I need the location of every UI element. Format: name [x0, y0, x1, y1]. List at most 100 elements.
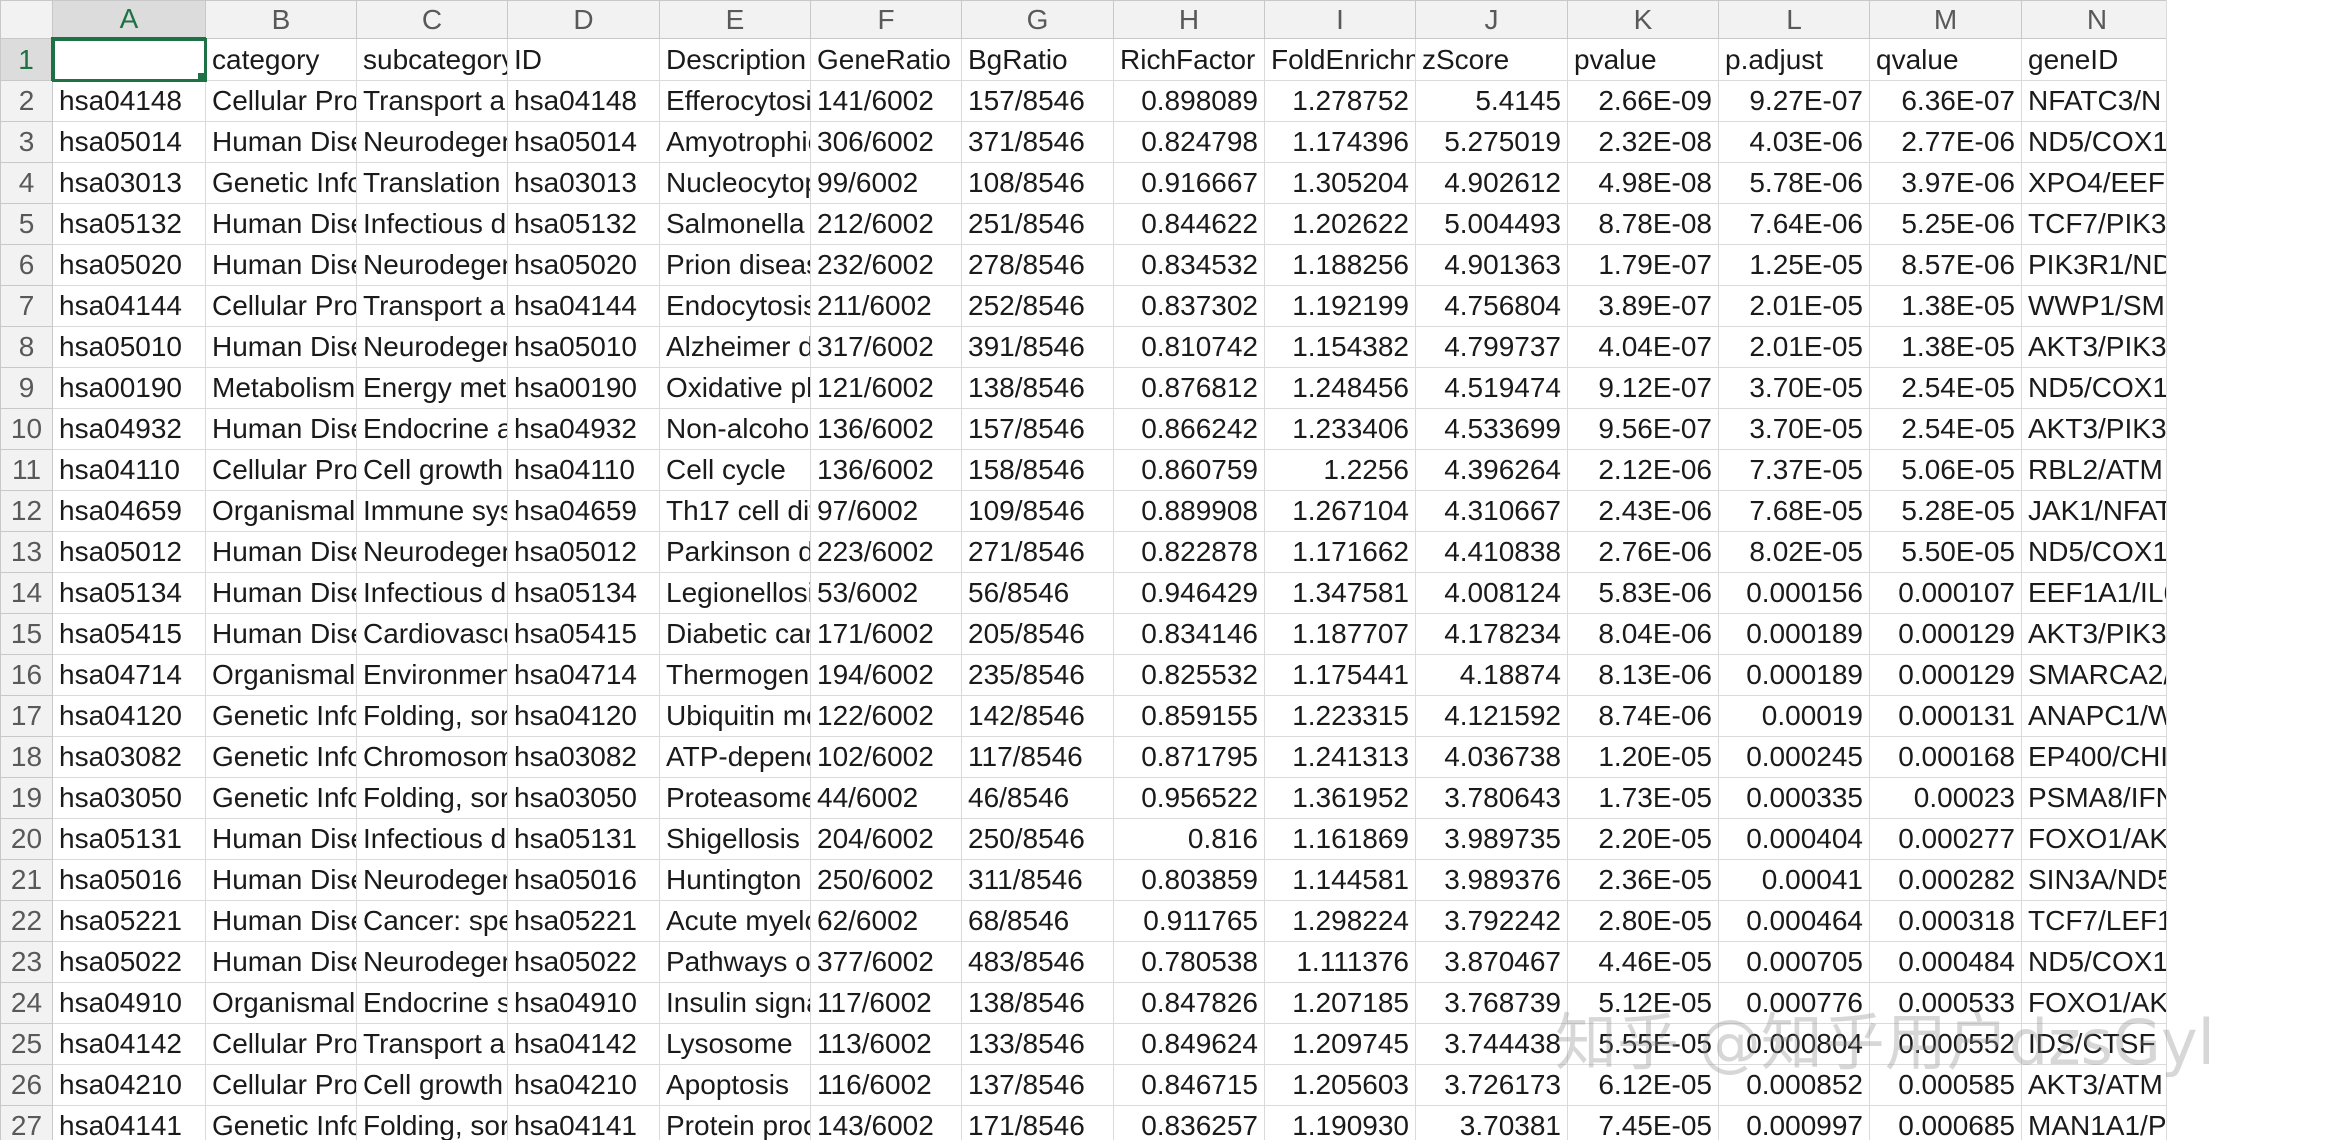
- cell-g8[interactable]: 391/8546: [961, 326, 1114, 368]
- cell-n18[interactable]: EP400/CHI: [2021, 736, 2173, 778]
- cell-e26[interactable]: Apoptosis: [659, 1064, 811, 1106]
- cell-h14[interactable]: 0.946429: [1113, 572, 1265, 614]
- cell-i16[interactable]: 1.175441: [1264, 654, 1416, 696]
- cell-c19[interactable]: Folding, sorting and degradation: [356, 777, 508, 819]
- cell-i18[interactable]: 1.241313: [1264, 736, 1416, 778]
- cell-h23[interactable]: 0.780538: [1113, 941, 1265, 983]
- cell-m24[interactable]: 0.000533: [1869, 982, 2022, 1024]
- cell-k7[interactable]: 3.89E-07: [1567, 285, 1719, 327]
- cell-f2[interactable]: 141/6002: [810, 80, 962, 122]
- row-header[interactable]: 20: [0, 818, 53, 860]
- cell-k2[interactable]: 2.66E-09: [1567, 80, 1719, 122]
- cell-g27[interactable]: 171/8546: [961, 1105, 1114, 1140]
- cell-b3[interactable]: Human Diseases: [205, 121, 357, 163]
- cell-g25[interactable]: 133/8546: [961, 1023, 1114, 1065]
- cell-a13[interactable]: hsa05012: [52, 531, 206, 573]
- cell-n15[interactable]: AKT3/PIK3: [2021, 613, 2173, 655]
- cell-k6[interactable]: 1.79E-07: [1567, 244, 1719, 286]
- cell-b20[interactable]: Human Diseases: [205, 818, 357, 860]
- cell-a20[interactable]: hsa05131: [52, 818, 206, 860]
- cell-l24[interactable]: 0.000776: [1718, 982, 1870, 1024]
- column-header-a[interactable]: A: [52, 0, 206, 40]
- cell-h19[interactable]: 0.956522: [1113, 777, 1265, 819]
- cell-m19[interactable]: 0.00023: [1869, 777, 2022, 819]
- cell-f20[interactable]: 204/6002: [810, 818, 962, 860]
- cell-a15[interactable]: hsa05415: [52, 613, 206, 655]
- cell-e12[interactable]: Th17 cell differentiation: [659, 490, 811, 532]
- cell-l2[interactable]: 9.27E-07: [1718, 80, 1870, 122]
- row-header[interactable]: 19: [0, 777, 53, 819]
- cell-m15[interactable]: 0.000129: [1869, 613, 2022, 655]
- cell-k20[interactable]: 2.20E-05: [1567, 818, 1719, 860]
- cell-e8[interactable]: Alzheimer disease: [659, 326, 811, 368]
- cell-k22[interactable]: 2.80E-05: [1567, 900, 1719, 942]
- cell-c23[interactable]: Neurodegenerative disease: [356, 941, 508, 983]
- cell-b14[interactable]: Human Diseases: [205, 572, 357, 614]
- cell-c22[interactable]: Cancer: specific types: [356, 900, 508, 942]
- cell-a7[interactable]: hsa04144: [52, 285, 206, 327]
- cell-d21[interactable]: hsa05016: [507, 859, 660, 901]
- row-header[interactable]: 12: [0, 490, 53, 532]
- cell-l5[interactable]: 7.64E-06: [1718, 203, 1870, 245]
- cell-l12[interactable]: 7.68E-05: [1718, 490, 1870, 532]
- cell-e24[interactable]: Insulin signaling pathway: [659, 982, 811, 1024]
- cell-e2[interactable]: Efferocytosis: [659, 80, 811, 122]
- cell-m1[interactable]: qvalue: [1869, 38, 2022, 81]
- cell-i25[interactable]: 1.209745: [1264, 1023, 1416, 1065]
- cell-f12[interactable]: 97/6002: [810, 490, 962, 532]
- cell-n25[interactable]: IDS/CTSF: [2021, 1023, 2173, 1065]
- cell-a23[interactable]: hsa05022: [52, 941, 206, 983]
- cell-i1[interactable]: FoldEnrichment: [1264, 38, 1416, 81]
- column-header-n[interactable]: N: [2021, 0, 2173, 39]
- cell-b12[interactable]: Organismal Systems: [205, 490, 357, 532]
- cell-i24[interactable]: 1.207185: [1264, 982, 1416, 1024]
- cell-e4[interactable]: Nucleocytoplasmic transport: [659, 162, 811, 204]
- row-header[interactable]: 15: [0, 613, 53, 655]
- cell-f27[interactable]: 143/6002: [810, 1105, 962, 1140]
- cell-c4[interactable]: Translation: [356, 162, 508, 204]
- cell-j14[interactable]: 4.008124: [1415, 572, 1568, 614]
- cell-n2[interactable]: NFATC3/N: [2021, 80, 2173, 122]
- cell-m12[interactable]: 5.28E-05: [1869, 490, 2022, 532]
- cell-a19[interactable]: hsa03050: [52, 777, 206, 819]
- cell-c3[interactable]: Neurodegenerative disease: [356, 121, 508, 163]
- cell-k27[interactable]: 7.45E-05: [1567, 1105, 1719, 1140]
- cell-l9[interactable]: 3.70E-05: [1718, 367, 1870, 409]
- cell-c25[interactable]: Transport and catabolism: [356, 1023, 508, 1065]
- cell-m25[interactable]: 0.000552: [1869, 1023, 2022, 1065]
- cell-m13[interactable]: 5.50E-05: [1869, 531, 2022, 573]
- cell-g6[interactable]: 278/8546: [961, 244, 1114, 286]
- cell-h24[interactable]: 0.847826: [1113, 982, 1265, 1024]
- cell-a18[interactable]: hsa03082: [52, 736, 206, 778]
- cell-d22[interactable]: hsa05221: [507, 900, 660, 942]
- cell-c5[interactable]: Infectious disease: [356, 203, 508, 245]
- select-all-corner[interactable]: [0, 0, 53, 39]
- cell-n27[interactable]: MAN1A1/P: [2021, 1105, 2173, 1140]
- cell-d18[interactable]: hsa03082: [507, 736, 660, 778]
- row-header[interactable]: 5: [0, 203, 53, 245]
- cell-e20[interactable]: Shigellosis: [659, 818, 811, 860]
- cell-i7[interactable]: 1.192199: [1264, 285, 1416, 327]
- cell-n13[interactable]: ND5/COX1: [2021, 531, 2173, 573]
- cell-a10[interactable]: hsa04932: [52, 408, 206, 450]
- cell-l13[interactable]: 8.02E-05: [1718, 531, 1870, 573]
- column-header-j[interactable]: J: [1415, 0, 1568, 39]
- cell-b22[interactable]: Human Diseases: [205, 900, 357, 942]
- row-header[interactable]: 9: [0, 367, 53, 409]
- cell-e1[interactable]: Description: [659, 38, 811, 81]
- cell-m17[interactable]: 0.000131: [1869, 695, 2022, 737]
- cell-i10[interactable]: 1.233406: [1264, 408, 1416, 450]
- cell-i22[interactable]: 1.298224: [1264, 900, 1416, 942]
- cell-b25[interactable]: Cellular Processes: [205, 1023, 357, 1065]
- cell-h11[interactable]: 0.860759: [1113, 449, 1265, 491]
- cell-k19[interactable]: 1.73E-05: [1567, 777, 1719, 819]
- cell-l18[interactable]: 0.000245: [1718, 736, 1870, 778]
- column-header-i[interactable]: I: [1264, 0, 1416, 39]
- cell-m18[interactable]: 0.000168: [1869, 736, 2022, 778]
- cell-i20[interactable]: 1.161869: [1264, 818, 1416, 860]
- cell-j5[interactable]: 5.004493: [1415, 203, 1568, 245]
- cell-i3[interactable]: 1.174396: [1264, 121, 1416, 163]
- cell-j24[interactable]: 3.768739: [1415, 982, 1568, 1024]
- cell-e17[interactable]: Ubiquitin mediated proteolysis: [659, 695, 811, 737]
- cell-b4[interactable]: Genetic Information Processing: [205, 162, 357, 204]
